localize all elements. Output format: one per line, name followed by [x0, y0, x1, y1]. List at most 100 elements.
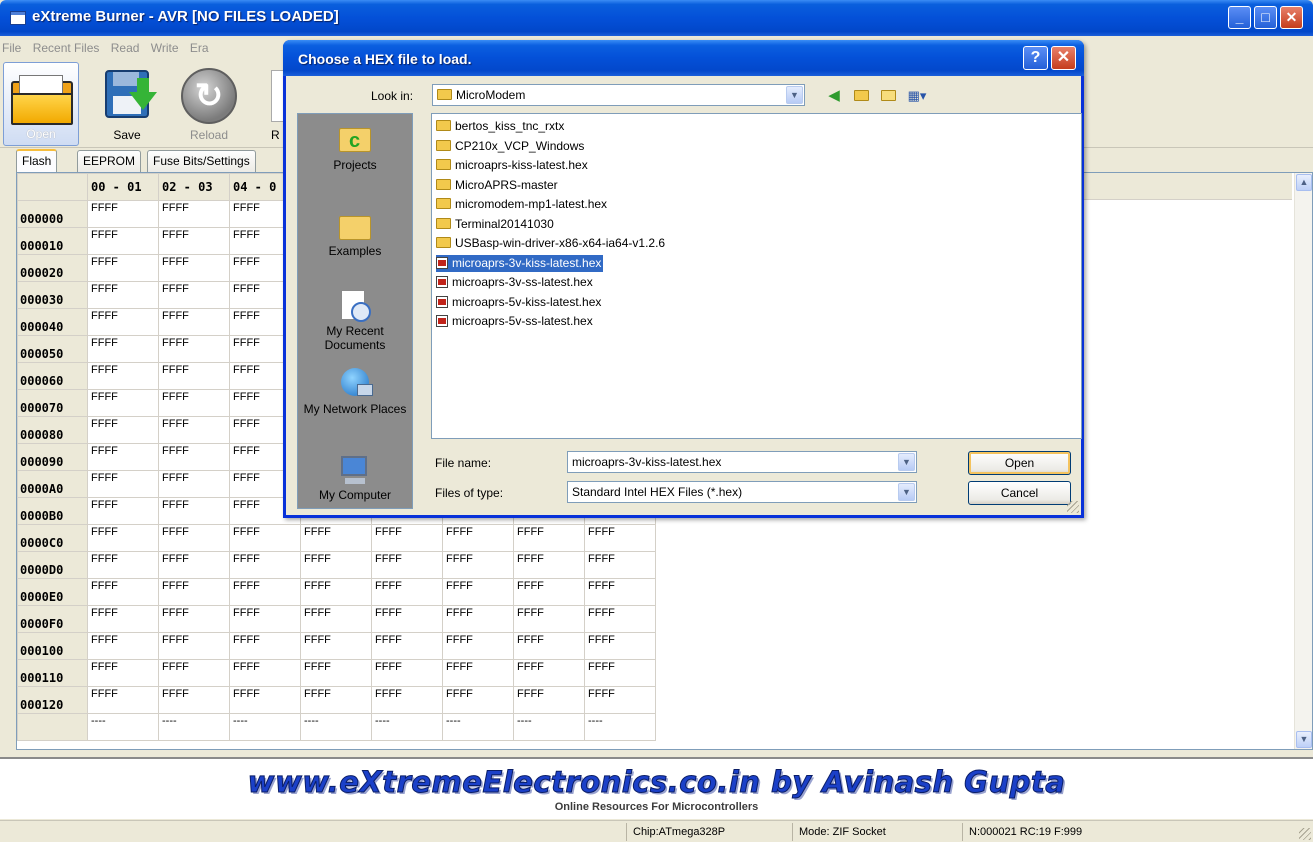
hex-cell[interactable]: FFFF	[87, 686, 159, 714]
title-bar[interactable]: eXtreme Burner - AVR [NO FILES LOADED] _…	[0, 0, 1313, 36]
hex-cell[interactable]: FFFF	[87, 362, 159, 390]
hex-cell[interactable]: FFFF	[87, 416, 159, 444]
hex-cell[interactable]: FFFF	[229, 605, 301, 633]
new-folder-icon[interactable]	[878, 86, 898, 106]
file-name-input[interactable]: microaprs-3v-kiss-latest.hex ▼	[567, 451, 917, 473]
hex-cell[interactable]: FFFF	[513, 686, 585, 714]
hex-cell[interactable]: FFFF	[87, 551, 159, 579]
hex-cell[interactable]: FFFF	[513, 605, 585, 633]
hex-cell[interactable]: FFFF	[229, 686, 301, 714]
hex-cell[interactable]: ----	[371, 713, 443, 741]
list-item[interactable]: USBasp-win-driver-x86-x64-ia64-v1.2.6	[436, 235, 667, 252]
open-button[interactable]: Open	[3, 62, 79, 146]
hex-cell[interactable]: FFFF	[300, 551, 372, 579]
hex-cell[interactable]: FFFF	[158, 551, 230, 579]
hex-cell[interactable]: FFFF	[513, 551, 585, 579]
hex-cell[interactable]: FFFF	[158, 335, 230, 363]
hex-cell[interactable]: FFFF	[300, 659, 372, 687]
hex-cell[interactable]: FFFF	[442, 632, 514, 660]
place-examples[interactable]: Examples	[298, 206, 412, 258]
hex-cell[interactable]: FFFF	[158, 524, 230, 552]
hex-cell[interactable]: FFFF	[158, 497, 230, 525]
hex-cell[interactable]: FFFF	[87, 200, 159, 228]
hex-cell[interactable]: ----	[87, 713, 159, 741]
hex-cell[interactable]: FFFF	[513, 659, 585, 687]
vertical-scrollbar[interactable]: ▲ ▼	[1294, 173, 1312, 749]
hex-cell[interactable]: FFFF	[442, 605, 514, 633]
hex-cell[interactable]: FFFF	[158, 362, 230, 390]
place-my-computer[interactable]: My Computer	[298, 450, 412, 502]
dialog-title-bar[interactable]: Choose a HEX file to load. ? ✕	[283, 40, 1084, 76]
menu-file[interactable]: File	[2, 36, 21, 60]
hex-cell[interactable]: FFFF	[87, 335, 159, 363]
close-button[interactable]: ✕	[1280, 6, 1303, 29]
views-icon[interactable]: ▦▾	[907, 86, 927, 106]
hex-cell[interactable]: FFFF	[87, 227, 159, 255]
up-folder-icon[interactable]	[851, 86, 871, 106]
hex-cell[interactable]: FFFF	[87, 254, 159, 282]
hex-cell[interactable]: ----	[229, 713, 301, 741]
hex-cell[interactable]: FFFF	[158, 443, 230, 471]
hex-cell[interactable]: FFFF	[158, 578, 230, 606]
hex-cell[interactable]: FFFF	[229, 551, 301, 579]
hex-cell[interactable]: FFFF	[87, 524, 159, 552]
hex-cell[interactable]: ----	[584, 713, 656, 741]
hex-cell[interactable]: FFFF	[87, 443, 159, 471]
hex-cell[interactable]: FFFF	[158, 416, 230, 444]
hex-cell[interactable]: FFFF	[371, 524, 443, 552]
list-item[interactable]: microaprs-3v-ss-latest.hex	[436, 274, 595, 291]
hex-cell[interactable]: FFFF	[300, 686, 372, 714]
hex-cell[interactable]: FFFF	[229, 524, 301, 552]
chevron-down-icon[interactable]: ▼	[898, 483, 915, 501]
hex-cell[interactable]: FFFF	[371, 605, 443, 633]
hex-cell[interactable]: FFFF	[158, 389, 230, 417]
hex-cell[interactable]: FFFF	[442, 551, 514, 579]
hex-cell[interactable]: FFFF	[442, 578, 514, 606]
hex-cell[interactable]: FFFF	[87, 605, 159, 633]
list-item[interactable]: bertos_kiss_tnc_rxtx	[436, 118, 566, 135]
hex-cell[interactable]: FFFF	[229, 659, 301, 687]
hex-cell[interactable]: FFFF	[442, 659, 514, 687]
menu-write[interactable]: Write	[151, 36, 179, 60]
menu-recent-files[interactable]: Recent Files	[33, 36, 100, 60]
list-item[interactable]: CP210x_VCP_Windows	[436, 138, 586, 155]
hex-cell[interactable]: FFFF	[584, 605, 656, 633]
resize-grip[interactable]	[1299, 828, 1311, 840]
menu-erase[interactable]: Era	[190, 36, 209, 60]
hex-cell[interactable]: FFFF	[371, 632, 443, 660]
chevron-down-icon[interactable]: ▼	[786, 86, 803, 104]
hex-cell[interactable]: FFFF	[158, 200, 230, 228]
hex-cell[interactable]: FFFF	[158, 254, 230, 282]
list-item[interactable]: MicroAPRS-master	[436, 177, 560, 194]
hex-cell[interactable]: ----	[513, 713, 585, 741]
place-network[interactable]: My Network Places	[298, 364, 412, 416]
hex-cell[interactable]: FFFF	[87, 497, 159, 525]
hex-cell[interactable]: ----	[442, 713, 514, 741]
list-item[interactable]: microaprs-5v-kiss-latest.hex	[436, 294, 603, 311]
hex-cell[interactable]: FFFF	[300, 578, 372, 606]
hex-cell[interactable]: FFFF	[300, 524, 372, 552]
hex-cell[interactable]: FFFF	[371, 659, 443, 687]
list-item[interactable]: micromodem-mp1-latest.hex	[436, 196, 609, 213]
hex-cell[interactable]: FFFF	[229, 578, 301, 606]
help-icon[interactable]: ?	[1023, 46, 1048, 70]
file-list[interactable]: bertos_kiss_tnc_rxtx CP210x_VCP_Windowsmi…	[431, 113, 1082, 439]
hex-cell[interactable]: FFFF	[158, 686, 230, 714]
reload-button[interactable]: Reload	[171, 62, 247, 146]
list-item[interactable]: microaprs-3v-kiss-latest.hex	[436, 254, 604, 272]
chevron-down-icon[interactable]: ▼	[898, 453, 915, 471]
open-file-button[interactable]: Open	[968, 451, 1071, 475]
hex-cell[interactable]: FFFF	[584, 578, 656, 606]
hex-cell[interactable]: ----	[300, 713, 372, 741]
hex-cell[interactable]: FFFF	[87, 389, 159, 417]
hex-cell[interactable]: FFFF	[584, 686, 656, 714]
hex-cell[interactable]: FFFF	[158, 470, 230, 498]
hex-cell[interactable]: FFFF	[87, 578, 159, 606]
hex-cell[interactable]: FFFF	[371, 686, 443, 714]
hex-cell[interactable]: FFFF	[87, 470, 159, 498]
hex-cell[interactable]: FFFF	[300, 605, 372, 633]
hex-cell[interactable]: FFFF	[442, 686, 514, 714]
hex-cell[interactable]: FFFF	[371, 578, 443, 606]
hex-cell[interactable]: FFFF	[158, 308, 230, 336]
cancel-button[interactable]: Cancel	[968, 481, 1071, 505]
